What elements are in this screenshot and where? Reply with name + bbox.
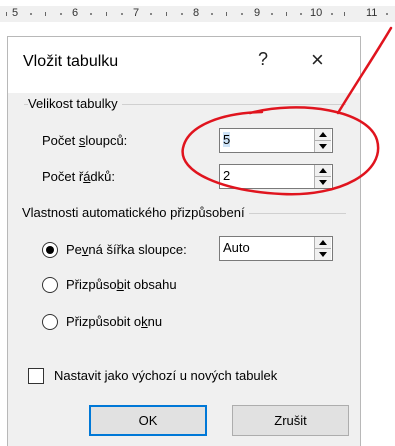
column-width-spinner[interactable]: Auto [219, 236, 333, 261]
size-group-label: Velikost tabulky [28, 96, 122, 111]
arrow-down-icon [319, 252, 327, 257]
fixed-width-label-post: ná šířka sloupce: [88, 242, 187, 257]
ok-button[interactable]: OK [89, 405, 207, 436]
columns-decrement-button[interactable] [315, 141, 331, 152]
ruler-tick [6, 12, 7, 16]
set-default-checkbox[interactable] [28, 368, 44, 384]
ruler-tick [166, 12, 167, 16]
arrow-down-icon [319, 144, 327, 149]
document-page [360, 26, 395, 446]
fixed-width-label[interactable]: Pevná šířka sloupce: [66, 242, 187, 257]
ruler-number-9: 9 [254, 7, 261, 19]
dialog-titlebar: Vložit tabulku ? × [8, 37, 360, 93]
columns-increment-button[interactable] [315, 129, 331, 141]
autofit-window-label-post: nu [147, 314, 163, 329]
ruler-number-11: 11 [366, 7, 378, 19]
insert-table-dialog: Vložit tabulku ? × Velikost tabulky Poče… [8, 37, 360, 446]
ruler-dot [181, 13, 183, 15]
autofit-window-label-pre: Přizpůsobit o [66, 314, 142, 329]
autofit-contents-radio[interactable] [42, 277, 58, 293]
rows-spin-buttons [314, 165, 332, 188]
autofit-window-radio[interactable] [42, 314, 58, 330]
dialog-title: Vložit tabulku [23, 53, 119, 70]
ruler-dot [331, 13, 333, 15]
fixed-width-label-pre: Pe [66, 242, 82, 257]
columns-spin-buttons [314, 129, 332, 152]
ruler-tick [344, 12, 345, 16]
rows-label: Počet řádků: [42, 169, 115, 184]
columns-value[interactable]: 5 [223, 132, 231, 147]
ruler-dot [150, 13, 152, 15]
column-width-decrement-button[interactable] [315, 249, 331, 260]
ruler-number-6: 6 [72, 7, 79, 19]
ruler-dot [241, 13, 243, 15]
autofit-contents-label-post: it obsahu [123, 277, 177, 292]
columns-label-post: loupců: [85, 133, 128, 148]
autofit-contents-label[interactable]: Přizpůsobit obsahu [66, 277, 177, 292]
ruler-dot [211, 13, 213, 15]
column-width-spin-buttons [314, 237, 332, 260]
cancel-button[interactable]: Zrušit [232, 405, 349, 436]
horizontal-ruler: 5 6 7 8 9 10 11 [0, 0, 395, 26]
ruler-tick [226, 12, 227, 16]
ruler-dot [60, 13, 62, 15]
arrow-up-icon [319, 168, 327, 173]
rows-value[interactable]: 2 [223, 168, 230, 183]
ruler-dot [271, 13, 273, 15]
arrow-up-icon [319, 240, 327, 245]
ruler-number-5: 5 [12, 7, 19, 19]
column-width-value[interactable]: Auto [223, 240, 250, 255]
ruler-tick [106, 12, 107, 16]
ruler-dot [300, 13, 302, 15]
columns-label-pre: Počet [42, 133, 79, 148]
rows-spinner[interactable]: 2 [219, 164, 333, 189]
rows-decrement-button[interactable] [315, 177, 331, 188]
arrow-up-icon [319, 132, 327, 137]
close-icon[interactable]: × [311, 47, 324, 73]
columns-label: Počet sloupců: [42, 133, 127, 148]
ruler-number-10: 10 [310, 7, 323, 19]
arrow-down-icon [319, 180, 327, 185]
ruler-tick [286, 12, 287, 16]
autofit-contents-label-pre: Přizpůso [66, 277, 117, 292]
autofit-contents-label-accesskey: b [116, 277, 124, 292]
ruler-number-7: 7 [133, 7, 140, 19]
autofit-window-label[interactable]: Přizpůsobit oknu [66, 314, 162, 329]
ruler-tick [45, 12, 46, 16]
rows-label-pre: Počet ř [42, 169, 84, 184]
radio-selected-dot [46, 246, 54, 254]
fixed-width-radio[interactable] [42, 242, 58, 258]
ruler-number-8: 8 [193, 7, 200, 19]
help-button[interactable]: ? [258, 49, 268, 70]
ruler-dot [90, 13, 92, 15]
rows-label-post: dků: [90, 169, 115, 184]
autofit-group-label: Vlastnosti automatického přizpůsobení [22, 205, 249, 220]
rows-increment-button[interactable] [315, 165, 331, 177]
column-width-increment-button[interactable] [315, 237, 331, 249]
columns-spinner[interactable]: 5 [219, 128, 333, 153]
set-default-label[interactable]: Nastavit jako výchozí u nových tabulek [54, 368, 277, 383]
ruler-dot [30, 13, 32, 15]
ruler-dot [386, 13, 388, 15]
ruler-dot [121, 13, 123, 15]
